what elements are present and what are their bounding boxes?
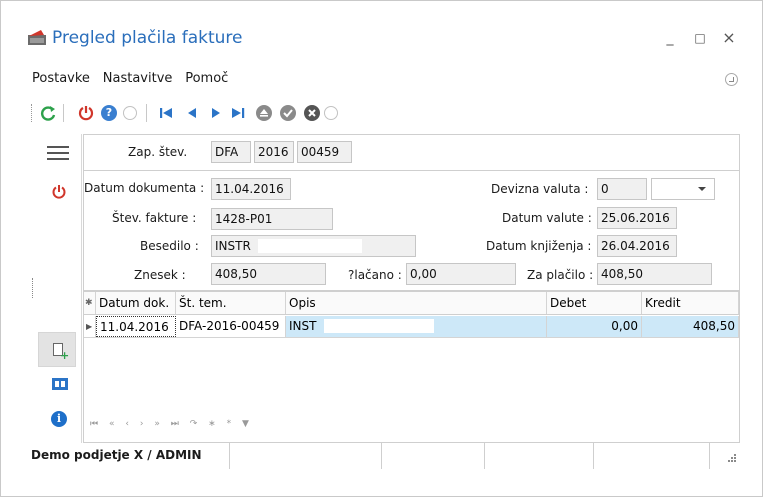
plus-icon: + <box>60 349 70 362</box>
grid-header: ✱ Datum dok. Št. tem. Opis Debet Kredit <box>84 291 739 315</box>
maximize-button[interactable]: □ <box>691 29 709 47</box>
column-header-debet[interactable]: Debet <box>547 292 642 314</box>
row-pointer-icon: ▶ <box>84 316 96 337</box>
nav-insert-icon[interactable]: ∗ <box>208 419 216 429</box>
zap-stev-label: Zap. štev. <box>128 145 188 159</box>
nav-prev-page-icon[interactable]: « <box>109 419 115 429</box>
menu-collapse-icon[interactable] <box>725 73 738 86</box>
status-panel-5 <box>594 443 710 469</box>
grid-navigator: ⏮ « ‹ › » ⏭ ↷ ∗ * ▼ <box>90 419 257 433</box>
cell-datum[interactable]: 11.04.2016 <box>96 316 176 337</box>
cell-kredit[interactable]: 408,50 <box>642 316 739 337</box>
menu-item-nastavitve[interactable]: Nastavitve <box>103 71 173 86</box>
nav-append-icon[interactable]: * <box>227 419 232 429</box>
up-icon[interactable] <box>255 104 273 122</box>
datum-valute-label: Datum valute : <box>502 211 592 225</box>
next-record-icon[interactable] <box>207 104 225 122</box>
datum-dokumenta-field[interactable]: 11.04.2016 <box>211 178 291 200</box>
columns-view-icon[interactable] <box>52 378 68 390</box>
nav-next-page-icon[interactable]: » <box>154 419 160 429</box>
placano-label: ?lačano : <box>348 268 402 282</box>
redaction-mask <box>258 239 362 253</box>
minimize-button[interactable]: _ <box>661 29 679 47</box>
toolbar-separator <box>146 104 147 122</box>
redaction-mask <box>324 319 434 333</box>
za-placilo-field[interactable]: 408,50 <box>597 263 712 285</box>
new-document-button[interactable]: + <box>38 332 76 367</box>
datum-dokumenta-label: Datum dokumenta : <box>84 181 205 195</box>
grid-row-indicator-icon[interactable]: ✱ <box>84 292 96 314</box>
za-placilo-label: Za plačilo : <box>527 268 594 282</box>
devizna-valuta-field[interactable]: 0 <box>597 178 647 200</box>
cell-debet[interactable]: 0,00 <box>547 316 642 337</box>
previous-record-icon[interactable] <box>183 104 201 122</box>
resize-grip-icon[interactable] <box>725 453 737 465</box>
status-panel-1 <box>2 443 230 469</box>
datum-valute-field[interactable]: 25.06.2016 <box>597 207 677 229</box>
nav-last-icon[interactable]: ⏭ <box>171 419 179 429</box>
besedilo-label: Besedilo : <box>140 239 199 253</box>
collapse-icon[interactable] <box>324 106 338 120</box>
devizna-valuta-select[interactable] <box>651 178 715 200</box>
splitter-handle[interactable] <box>32 278 34 298</box>
toolbar-separator <box>63 104 64 122</box>
zap-stev-type-field[interactable]: DFA <box>211 141 251 163</box>
column-header-opis[interactable]: Opis <box>286 292 547 314</box>
payments-grid: ✱ Datum dok. Št. tem. Opis Debet Kredit … <box>83 291 740 443</box>
last-record-icon[interactable] <box>229 104 247 122</box>
left-panel-divider <box>81 134 82 443</box>
stev-fakture-field[interactable]: 1428-P01 <box>211 208 333 230</box>
znesek-field[interactable]: 408,50 <box>211 263 326 285</box>
column-header-datum[interactable]: Datum dok. <box>96 292 176 314</box>
chevron-down-icon <box>698 187 706 191</box>
cell-opis[interactable]: INST <box>286 316 547 337</box>
first-record-icon[interactable] <box>157 104 175 122</box>
column-header-kredit[interactable]: Kredit <box>642 292 739 314</box>
zap-stev-year-field[interactable]: 2016 <box>254 141 294 163</box>
hamburger-menu-icon[interactable] <box>47 146 69 160</box>
nav-filter-icon[interactable]: ▼ <box>242 419 249 429</box>
menu-bar: Postavke Nastavitve Pomoč <box>32 71 237 91</box>
besedilo-value: INSTR <box>215 239 251 253</box>
cell-st-tem[interactable]: DFA-2016-00459 <box>176 316 286 337</box>
close-button[interactable]: × <box>720 29 738 47</box>
help-icon[interactable]: ? <box>101 105 117 121</box>
toolbar-grip <box>31 104 32 122</box>
cell-opis-value: INST <box>289 319 317 333</box>
zap-stev-number-field[interactable]: 00459 <box>297 141 352 163</box>
znesek-label: Znesek : <box>134 268 186 282</box>
nav-next-icon[interactable]: › <box>140 419 144 429</box>
status-panel-3 <box>382 443 485 469</box>
status-panel-4 <box>485 443 594 469</box>
cancel-icon[interactable] <box>303 104 321 122</box>
title-bar: Pregled plačila fakture _ □ × <box>1 1 762 61</box>
power-icon[interactable] <box>51 184 67 200</box>
status-panel-2 <box>230 443 382 469</box>
info-icon[interactable]: i <box>51 411 67 427</box>
placano-field[interactable]: 0,00 <box>406 263 516 285</box>
menu-item-postavke[interactable]: Postavke <box>32 71 90 86</box>
datum-knjizenja-field[interactable]: 26.04.2016 <box>597 235 677 257</box>
devizna-valuta-label: Devizna valuta : <box>491 182 589 196</box>
payment-review-window: Pregled plačila fakture _ □ × Postavke N… <box>0 0 763 497</box>
stev-fakture-label: Štev. fakture : <box>112 211 197 225</box>
besedilo-field[interactable]: INSTR <box>211 235 416 257</box>
power-icon[interactable] <box>77 104 95 122</box>
table-row[interactable]: ▶ 11.04.2016 DFA-2016-00459 INST 0,00 40… <box>84 316 739 338</box>
status-bar: Demo podjetje X / ADMIN <box>2 443 761 473</box>
app-logo-icon <box>28 30 46 45</box>
nav-prev-icon[interactable]: ‹ <box>125 419 129 429</box>
document-number-panel: Zap. štev. DFA 2016 00459 <box>83 134 740 170</box>
nav-refresh-icon[interactable]: ↷ <box>190 419 198 429</box>
window-title: Pregled plačila fakture <box>52 28 243 48</box>
menu-item-pomoc[interactable]: Pomoč <box>185 71 228 86</box>
refresh-icon[interactable] <box>39 104 57 122</box>
confirm-icon[interactable] <box>279 104 297 122</box>
column-header-st-tem[interactable]: Št. tem. <box>176 292 286 314</box>
goto-icon[interactable] <box>123 106 137 120</box>
invoice-details-panel: Datum dokumenta : 11.04.2016 Štev. faktu… <box>83 170 740 291</box>
datum-knjizenja-label: Datum knjiženja : <box>486 239 592 253</box>
nav-first-icon[interactable]: ⏮ <box>90 419 98 429</box>
